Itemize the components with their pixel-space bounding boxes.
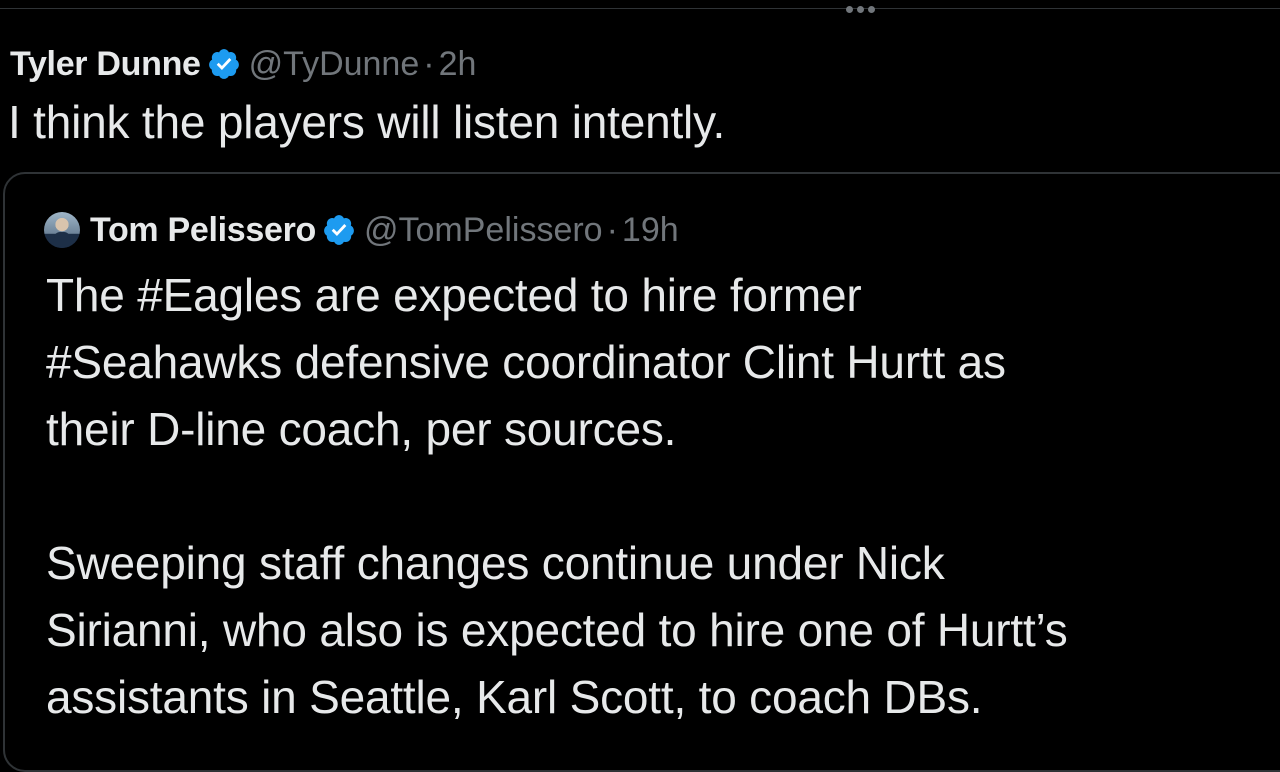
quoted-tweet-paragraph: The #Eagles are expected to hire former … <box>46 269 1006 455</box>
tweet-timestamp[interactable]: 2h <box>439 45 477 84</box>
top-divider <box>0 8 1280 9</box>
quoted-author-handle[interactable]: @TomPelissero <box>364 211 603 250</box>
quoted-tweet-timestamp[interactable]: 19h <box>622 211 679 250</box>
author-display-name[interactable]: Tyler Dunne <box>10 45 201 84</box>
more-options-icon[interactable] <box>838 2 882 16</box>
author-handle[interactable]: @TyDunne <box>249 45 420 84</box>
separator-dot: · <box>606 210 618 249</box>
separator-dot: · <box>423 44 435 83</box>
more-dot <box>856 5 864 13</box>
verified-badge-icon <box>324 215 354 245</box>
more-dot <box>867 5 875 13</box>
quoted-author-display-name[interactable]: Tom Pelissero <box>90 211 316 250</box>
quoted-tweet-text: The #Eagles are expected to hire former … <box>46 262 1280 731</box>
verified-badge-icon <box>208 49 239 79</box>
quoted-tweet-paragraph: Sweeping staff changes continue under Ni… <box>46 537 1068 723</box>
more-dot <box>845 5 853 13</box>
tweet-header: Tyler Dunne @TyDunne · 2h <box>10 40 476 88</box>
quoted-tweet-header: Tom Pelissero @TomPelissero · 19h <box>44 206 679 254</box>
avatar[interactable] <box>44 212 80 248</box>
tweet-text: I think the players will listen intently… <box>8 96 726 148</box>
